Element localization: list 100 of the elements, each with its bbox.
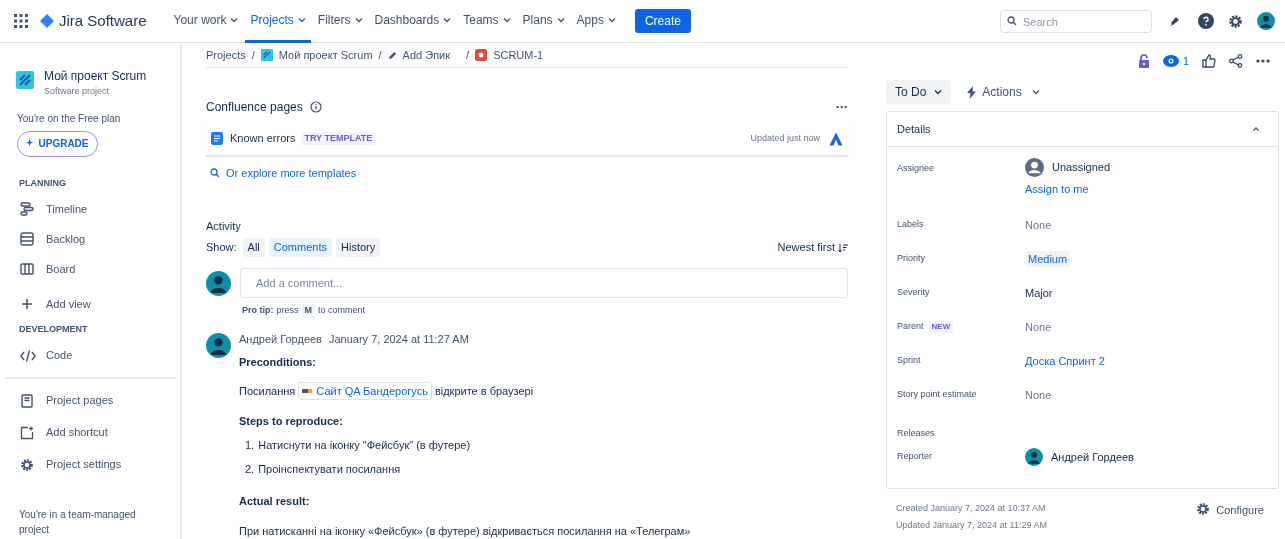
sort-button[interactable]: Newest first [777,239,848,256]
create-button[interactable]: Create [634,9,691,33]
chevron-down-icon [230,15,239,24]
field-value[interactable]: None [1025,386,1052,404]
field-label: Priority [897,252,925,266]
comment-heading: Preconditions: [239,354,317,370]
breadcrumb-link[interactable]: Мой проект Scrum [278,46,373,64]
nav-menu-item[interactable]: Teams [458,0,516,43]
plus-icon [20,297,34,311]
explore-templates-link[interactable]: Or explore more templates [210,165,357,182]
avatar-icon [206,332,231,358]
help-icon[interactable] [1198,13,1214,29]
comment-paragraph: При натисканні на іконку «Фейсбук» (в футере) відкривається посилання на «Телеграм» [239,524,691,539]
list-item: Проінспектувати посилання [258,462,401,477]
new-badge: NEW [928,321,954,333]
nav-menu-item[interactable]: Your work [168,0,244,43]
field-value: Unassigned [1052,160,1111,176]
nav-menu-item[interactable]: Plans [517,0,570,43]
updated-text: Updated just now [750,131,820,145]
settings-icon [1196,502,1211,516]
nav-menu-item[interactable]: Projects [245,0,311,43]
breadcrumb-link[interactable]: SCRUM-1 [493,46,544,64]
section-heading: DEVELOPMENT [18,323,89,336]
assign-link[interactable]: Assign to me [1025,181,1089,198]
watchers-button[interactable]: 1 [1162,52,1189,70]
field-label: Labels [897,218,924,232]
breadcrumb-link[interactable]: Projects [206,46,246,64]
avatar-icon [1257,12,1275,30]
actions-button[interactable]: Actions [967,83,1040,101]
priority-value[interactable]: Medium [1025,250,1071,268]
thumbs-up-icon[interactable] [1202,54,1216,68]
slash-separator: / [378,47,382,63]
sprint-link[interactable]: Доска Спринт 2 [1025,352,1105,370]
page-title: Known errors [230,131,296,147]
field-label: Assignee [897,162,935,175]
project-type: Software project [44,85,111,98]
panel-title: Details [897,121,931,137]
chevron-down-icon [354,15,363,24]
sidebar-item[interactable]: Board [0,254,180,284]
pro-tip-text: Pro tip: press M to comment [242,304,848,318]
app-switcher-icon[interactable] [14,14,28,28]
chevron-down-icon [556,15,565,24]
lock-icon[interactable] [1137,54,1150,68]
comment-text: відкрите в браузері [434,383,534,399]
sidebar-item[interactable]: Project pages [0,384,180,417]
nav-menu-item[interactable]: Dashboards [369,0,457,43]
field-label: Sprint [897,354,921,368]
project-avatar-icon [16,71,34,89]
chevron-down-icon [1031,88,1040,96]
search-field[interactable]: Search [1000,10,1152,34]
pencil-icon [387,50,397,60]
search-icon [1007,15,1017,26]
more-button[interactable]: ··· [836,98,848,116]
page-icon [20,393,34,408]
board-icon [20,262,34,276]
profile-avatar[interactable] [1257,12,1275,30]
footer-text: You're in a team-managed project [18,508,137,537]
field-value[interactable]: None [1025,318,1052,336]
show-label: Show: [206,240,237,256]
comment-field[interactable]: Add a comment... [240,268,848,298]
activity-filter-tab[interactable]: Comments [268,238,332,257]
sidebar-item[interactable]: Timeline [0,194,180,224]
settings-icon [20,457,34,472]
timeline-icon [20,202,34,216]
nav-menu-item[interactable]: Apps [571,0,621,43]
sparkle-icon [26,139,36,148]
share-icon[interactable] [1229,54,1243,68]
field-value[interactable]: None [1025,216,1052,234]
activity-filter-tab[interactable]: History [336,238,381,257]
field-value[interactable]: Major [1025,284,1053,302]
sidebar-item[interactable]: Code [0,340,180,371]
more-icon[interactable] [1256,59,1270,63]
product-name[interactable]: Jira Software [59,9,147,33]
bug-icon [475,49,488,61]
code-icon [20,348,36,363]
sidebar-item[interactable]: Add shortcut [0,416,180,449]
avatar-icon [1025,448,1043,466]
configure-button[interactable]: Configure [1196,502,1264,532]
section-title: Confluence pages [206,99,303,116]
smart-link[interactable]: Сайт QA Бандерогусь [298,382,432,400]
field-value[interactable]: Андрей Гордеев [1051,448,1134,466]
backlog-icon [20,232,34,246]
list-item: Натиснути на іконку "Фейсбук" (в футере) [258,437,471,453]
sidebar-item[interactable]: Add view [0,289,180,319]
field-label: Reporter [897,450,932,464]
sidebar-item[interactable]: Backlog [0,224,180,254]
created-date: Created January 7, 2024 at 10:37 AM [896,502,1047,515]
activity-filter-tab[interactable]: All [242,238,265,257]
project-avatar-icon [260,49,273,61]
confluence-page-row[interactable]: Known errors TRY TEMPLATE Updated just now [206,122,848,156]
sidebar-item[interactable]: Project settings [0,448,180,481]
breadcrumb-link[interactable]: Add Эпик [402,46,451,64]
settings-icon[interactable] [1228,13,1243,29]
nav-menu-item[interactable]: Filters [312,0,368,43]
diamond-logo-icon[interactable] [40,14,54,28]
plan-text: You're on the Free plan [16,111,122,126]
chevron-up-icon[interactable] [1252,126,1260,132]
status-button[interactable]: To Do [886,80,952,104]
comment-author: Андрей Гордеев [239,332,322,348]
chevron-down-icon [502,15,511,24]
